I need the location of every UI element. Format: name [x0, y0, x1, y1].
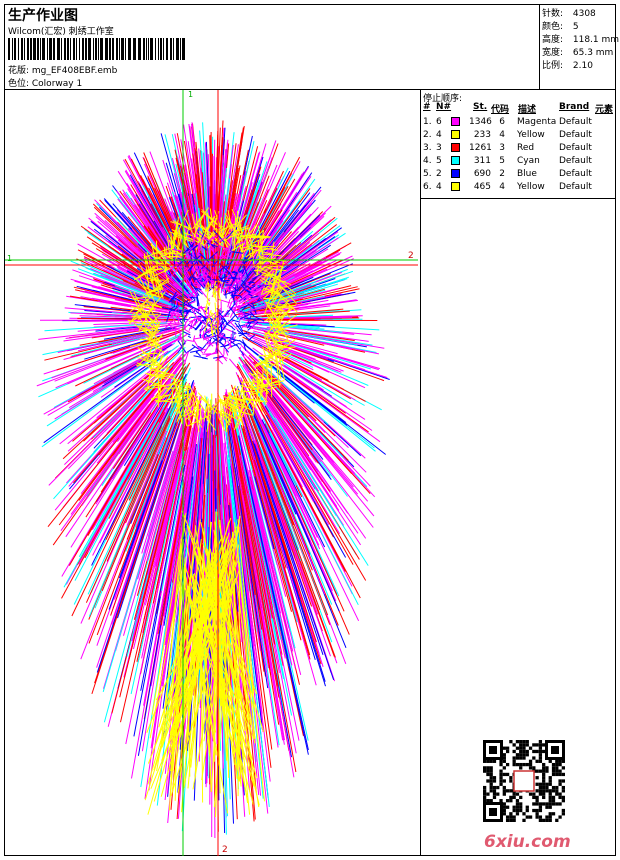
row-st: 233 — [473, 130, 491, 140]
design-info-panel: 生产作业图 Wilcom(汇宏) 刺绣工作室 花版: mg_EF408EBF.e… — [5, 5, 540, 89]
row-st: 311 — [473, 156, 491, 166]
colorway-label: 色位: Colorway 1 — [8, 79, 83, 89]
row-st: 465 — [473, 182, 491, 192]
row-code: 5 — [499, 156, 505, 166]
stop-sequence-row: 6. 4 465 4 Yellow Default — [421, 182, 615, 195]
stop-sequence-panel: 停止顺序: # N# St. 代码 描述 Brand 元素 1. 6 1346 6 Ma… — [421, 90, 615, 856]
row-st: 1261 — [469, 143, 492, 153]
row-n: 5 — [436, 156, 442, 166]
guide-label-top-1: 1 — [188, 90, 194, 99]
row-seq: 2. — [423, 130, 432, 140]
stat-scale: 比例: 2.10 — [542, 61, 593, 71]
row-desc: Yellow — [517, 182, 545, 192]
stat-stitches: 针数: 4308 — [542, 9, 596, 19]
row-seq: 5. — [423, 169, 432, 179]
row-st: 1346 — [469, 117, 492, 127]
row-seq: 6. — [423, 182, 432, 192]
stat-height: 高度: 118.1 mm — [542, 35, 620, 45]
row-n: 2 — [436, 169, 442, 179]
col-header-number: # — [423, 102, 431, 112]
thread-color-swatch — [451, 156, 460, 165]
stop-sequence-row: 2. 4 233 4 Yellow Default — [421, 130, 615, 143]
thread-color-swatch — [451, 182, 460, 191]
page-title: 生产作业图 — [8, 8, 78, 24]
thread-color-swatch — [451, 130, 460, 139]
row-desc: Magenta — [517, 117, 557, 127]
stop-sequence-row: 3. 3 1261 3 Red Default — [421, 143, 615, 156]
barcode-image — [8, 38, 185, 60]
row-n: 6 — [436, 117, 442, 127]
row-code: 4 — [499, 130, 505, 140]
row-code: 3 — [499, 143, 505, 153]
col-header-needle: N# — [436, 102, 452, 112]
stop-sequence-row: 5. 2 690 2 Blue Default — [421, 169, 615, 182]
stats-panel: 针数: 4308 颜色: 5 高度: 118.1 mm 宽度: 65.3 mm … — [540, 5, 619, 89]
thread-color-swatch — [451, 169, 460, 178]
worksheet-frame: 生产作业图 Wilcom(汇宏) 刺绣工作室 花版: mg_EF408EBF.e… — [4, 4, 619, 856]
row-n: 4 — [436, 182, 442, 192]
col-header-description: 描述 — [518, 105, 537, 115]
worksheet-header: 生产作业图 Wilcom(汇宏) 刺绣工作室 花版: mg_EF408EBF.e… — [5, 5, 619, 90]
row-n: 4 — [436, 130, 442, 140]
watermark-logo: 6xiu.com — [484, 832, 571, 852]
row-code: 2 — [499, 169, 505, 179]
guide-label-left-1: 1 — [7, 254, 13, 263]
col-header-stitches: St. — [473, 102, 488, 112]
col-header-code: 代码 — [491, 105, 510, 115]
embroidery-preview-canvas[interactable]: 1 1 2 2 — [5, 90, 421, 856]
row-brand: Default — [559, 182, 592, 192]
row-desc: Red — [517, 143, 535, 153]
row-seq: 4. — [423, 156, 432, 166]
panel-divider — [421, 198, 615, 199]
row-code: 4 — [499, 182, 505, 192]
col-header-brand: Brand — [559, 102, 590, 112]
guide-label-right-2: 2 — [408, 251, 414, 261]
row-brand: Default — [559, 117, 592, 127]
row-seq: 1. — [423, 117, 432, 127]
row-n: 3 — [436, 143, 442, 153]
row-code: 6 — [499, 117, 505, 127]
qr-code-image — [483, 740, 565, 822]
thread-color-swatch — [451, 117, 460, 126]
row-desc: Yellow — [517, 130, 545, 140]
stat-width: 宽度: 65.3 mm — [542, 48, 614, 58]
stop-sequence-row: 4. 5 311 5 Cyan Default — [421, 156, 615, 169]
row-brand: Default — [559, 130, 592, 140]
col-header-element: 元素 — [595, 105, 614, 115]
design-file-name: 花版: mg_EF408EBF.emb — [8, 66, 118, 76]
thread-color-swatch — [451, 143, 460, 152]
row-desc: Blue — [517, 169, 537, 179]
software-label: Wilcom(汇宏) 刺绣工作室 — [8, 27, 114, 37]
row-st: 690 — [473, 169, 491, 179]
stat-colors: 颜色: 5 — [542, 22, 579, 32]
row-brand: Default — [559, 143, 592, 153]
stop-sequence-row: 1. 6 1346 6 Magenta Default — [421, 117, 615, 130]
guide-label-bottom-2: 2 — [222, 845, 228, 855]
row-desc: Cyan — [517, 156, 540, 166]
guide-lines — [5, 90, 418, 856]
row-seq: 3. — [423, 143, 432, 153]
row-brand: Default — [559, 169, 592, 179]
row-brand: Default — [559, 156, 592, 166]
